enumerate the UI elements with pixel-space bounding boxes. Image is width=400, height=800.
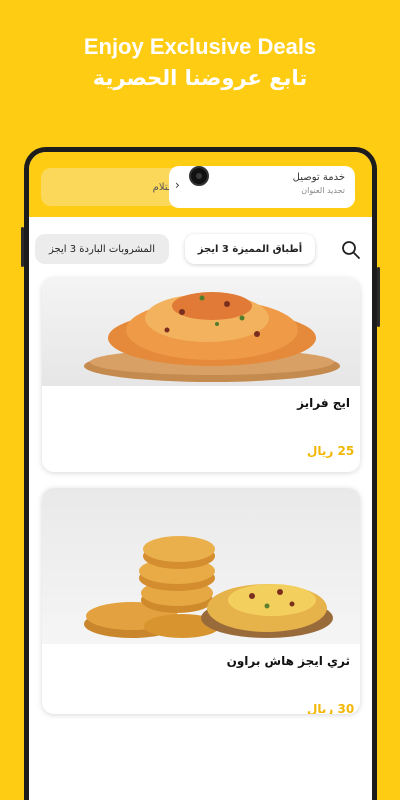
product-name: ايج فرايز [297,396,350,410]
product-name: ثري ايجز هاش براون [226,654,350,668]
order-type-header: استلام خدمة توصيل تحديد العنوان ‹ [29,152,372,217]
set-address-label: تحديد العنوان [301,186,345,195]
phone-frame: استلام خدمة توصيل تحديد العنوان ‹ أطباق … [21,147,380,800]
product-card[interactable]: ثري ايجز هاش براون 30 ريال [42,488,360,714]
chevron-left-icon[interactable]: ‹ [175,178,180,192]
category-tabs: أطباق المميزة 3 ايجز المشروبات الباردة 3… [29,232,372,268]
product-price: 30 ريال [307,702,355,714]
app-screen: استلام خدمة توصيل تحديد العنوان ‹ أطباق … [29,152,372,800]
product-price: 25 ريال [307,444,355,458]
search-icon[interactable] [340,239,362,261]
tab-featured-dishes[interactable]: أطباق المميزة 3 ايجز [185,234,315,264]
product-card[interactable]: ايج فرايز 25 ريال [42,278,360,472]
front-camera [189,166,209,186]
phone-side-button [377,267,380,327]
promo-title-en: Enjoy Exclusive Deals [83,34,317,59]
hash-brown-image [42,488,360,644]
phone-side-button [21,227,24,267]
promo-title-ar: تابع عروضنا الحصرية [92,66,308,90]
loaded-fries-image [42,278,360,386]
tab-cold-drinks[interactable]: المشروبات الباردة 3 ايجز [35,234,169,264]
